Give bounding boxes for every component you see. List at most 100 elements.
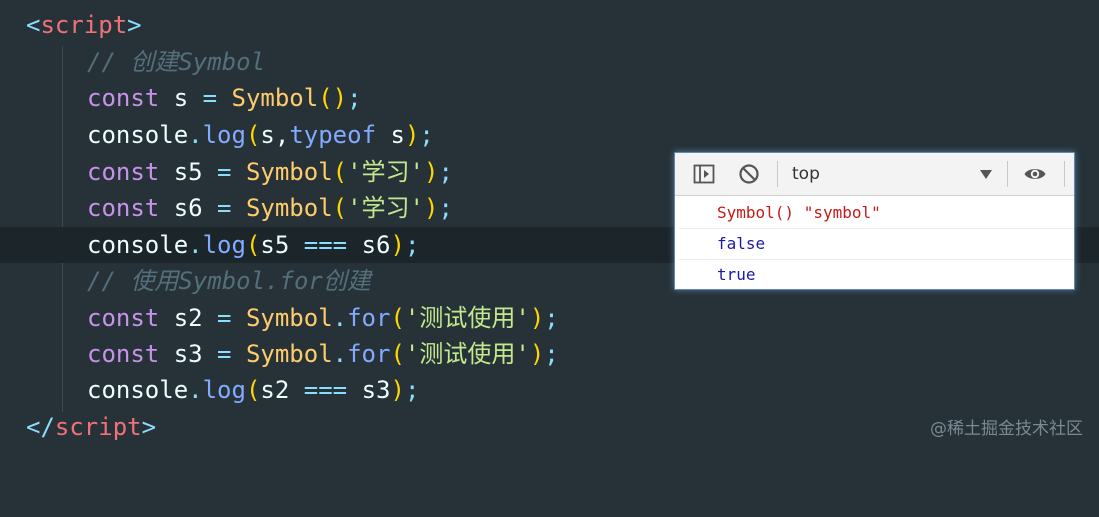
operator: = [202, 84, 218, 112]
keyword: const [87, 194, 160, 222]
function-name: Symbol [231, 194, 333, 222]
semicolon: ; [404, 231, 420, 259]
semicolon: ; [544, 304, 559, 332]
semicolon: ; [438, 194, 453, 222]
function-name: Symbol [217, 84, 319, 112]
code-content: const s6 = Symbol('学习'); [87, 190, 453, 226]
operator: = [217, 158, 232, 186]
paren-close: ) [390, 376, 405, 404]
paren-open: ( [245, 376, 261, 404]
toolbar-divider [1064, 161, 1065, 187]
object: console [87, 231, 189, 259]
operator: === [303, 231, 348, 259]
method-name: for [347, 304, 391, 332]
tag-close-bracket: > [127, 11, 142, 39]
paren-close: ) [529, 340, 545, 368]
code-content: console.log(s5 === s6); [87, 227, 419, 263]
code-line-10[interactable]: const s3 = Symbol.for('测试使用'); [0, 336, 1099, 372]
keyword: const [87, 84, 160, 112]
console-message-text: false [717, 234, 766, 253]
tag-close-bracket: > [141, 413, 157, 441]
code-line-2[interactable]: // 创建Symbol [0, 44, 1099, 80]
semicolon: ; [438, 158, 453, 186]
code-content: </script> [26, 409, 156, 445]
dot: . [188, 376, 203, 404]
paren-close: ) [404, 121, 420, 149]
operator: = [217, 304, 232, 332]
block-icon[interactable] [737, 162, 761, 186]
string-literal: '测试使用' [404, 340, 530, 368]
tag-name: script [40, 11, 128, 39]
code-line-4[interactable]: console.log(s,typeof s); [0, 117, 1099, 153]
semicolon: ; [544, 340, 559, 368]
code-line-3[interactable]: const s = Symbol(); [0, 80, 1099, 116]
keyword: const [87, 340, 160, 368]
dot: . [188, 121, 203, 149]
dot: . [188, 231, 203, 259]
operator: === [303, 376, 348, 404]
paren-close: ) [424, 158, 439, 186]
console-message-text: Symbol() "symbol" [717, 198, 881, 228]
dot: . [332, 304, 348, 332]
variable: s2 [159, 304, 218, 332]
output-symbol: Symbol() [717, 203, 804, 222]
argument: s [376, 121, 405, 149]
argument: s, [260, 121, 290, 149]
object: console [87, 121, 189, 149]
code-content: console.log(s,typeof s); [87, 117, 434, 153]
string-literal: '学习' [347, 158, 425, 186]
console-message: Symbol() "symbol" [679, 198, 1074, 229]
paren-open: ( [390, 304, 405, 332]
function-name: Symbol [231, 158, 333, 186]
sidebar-toggle-icon[interactable] [692, 162, 716, 186]
parens: () [318, 84, 348, 112]
operand: s6 [347, 231, 391, 259]
method-name: for [347, 340, 391, 368]
console-message: false [679, 229, 1074, 260]
tag-open-bracket: < [26, 11, 41, 39]
string-literal: '测试使用' [404, 304, 530, 332]
console-toolbar: top [675, 153, 1074, 196]
operand: s2 [260, 376, 304, 404]
tag-open-bracket: </ [26, 413, 55, 441]
string-literal: '学习' [347, 194, 425, 222]
operand: s5 [260, 231, 304, 259]
code-line-9[interactable]: const s2 = Symbol.for('测试使用'); [0, 300, 1099, 336]
paren-open: ( [390, 340, 405, 368]
output-typeof-result: "symbol" [803, 203, 881, 222]
code-line-11[interactable]: console.log(s2 === s3); [0, 372, 1099, 408]
function-name: Symbol [231, 304, 333, 332]
paren-close: ) [529, 304, 545, 332]
dot: . [332, 340, 348, 368]
code-content: <script> [26, 7, 142, 43]
code-line-1[interactable]: <script> [0, 7, 1099, 43]
operator: = [217, 194, 232, 222]
method-name: log [202, 376, 246, 404]
keyword-typeof: typeof [289, 121, 377, 149]
eye-icon[interactable] [1023, 162, 1047, 186]
code-comment: // 创建Symbol [87, 48, 266, 76]
semicolon: ; [419, 121, 434, 149]
paren-open: ( [245, 231, 261, 259]
semicolon: ; [404, 376, 420, 404]
method-name: log [202, 231, 246, 259]
operand: s3 [347, 376, 391, 404]
code-content: const s2 = Symbol.for('测试使用'); [87, 300, 559, 336]
paren-close: ) [424, 194, 439, 222]
code-content: const s3 = Symbol.for('测试使用'); [87, 336, 559, 372]
paren-open: ( [245, 121, 261, 149]
dropdown-arrow-icon [980, 170, 992, 179]
console-message: true [679, 260, 1074, 291]
paren-close: ) [390, 231, 405, 259]
variable: s [159, 84, 203, 112]
code-content: const s = Symbol(); [87, 80, 362, 116]
paren-open: ( [332, 158, 348, 186]
variable: s5 [159, 158, 218, 186]
code-comment: // 使用Symbol.for创建 [87, 267, 371, 295]
code-content: console.log(s2 === s3); [87, 372, 419, 408]
code-content: const s5 = Symbol('学习'); [87, 154, 453, 190]
semicolon: ; [347, 84, 362, 112]
tag-name: script [54, 413, 142, 441]
variable: s3 [159, 340, 218, 368]
keyword: const [87, 304, 160, 332]
